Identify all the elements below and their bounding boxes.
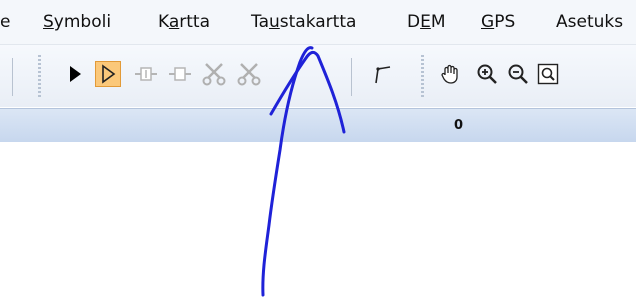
- menu-gps-label: PS: [494, 12, 516, 32]
- arrow-filled-icon: [70, 66, 81, 82]
- toolbar-grip[interactable]: [421, 55, 424, 97]
- add-point-icon: [135, 67, 157, 81]
- remove-point-button[interactable]: [167, 61, 193, 87]
- scissors-icon: [237, 63, 261, 86]
- menu-dem-mnemonic: E: [420, 12, 431, 32]
- menu-kartta-pre: K: [158, 12, 169, 32]
- remove-point-icon: [169, 67, 191, 81]
- menu-symboli-label: ymboli: [53, 12, 112, 32]
- menu-dem-pre: D: [407, 12, 421, 32]
- menu-kartta[interactable]: Kartta: [158, 12, 210, 32]
- select-outline-button[interactable]: [95, 61, 121, 87]
- hand-icon: [441, 64, 458, 84]
- menu-taustakartta-pre: Ta: [251, 12, 269, 32]
- menu-symboli[interactable]: Symboli: [43, 12, 111, 32]
- menu-taustakartta-mnemonic: u: [269, 12, 280, 32]
- menu-dem-label: M: [430, 12, 446, 32]
- menu-taustakartta-label: stakartta: [279, 12, 357, 32]
- menu-gps-mnemonic: G: [481, 12, 495, 32]
- cut-disabled-button[interactable]: [236, 61, 262, 87]
- menu-kartta-label: rtta: [179, 12, 211, 32]
- menu-gps[interactable]: GPS: [481, 12, 515, 32]
- line-tool-button[interactable]: [370, 61, 396, 87]
- toolbar-grip[interactable]: [38, 55, 41, 97]
- menu-kartta-mnemonic: a: [168, 12, 180, 32]
- zoom-out-icon: [508, 64, 528, 84]
- zoom-fit-button[interactable]: [535, 61, 561, 87]
- pan-button[interactable]: [438, 61, 464, 87]
- map-canvas[interactable]: [0, 142, 636, 300]
- menu-dem[interactable]: DEM: [407, 12, 446, 32]
- zoom-out-button[interactable]: [505, 61, 531, 87]
- status-row: 0: [0, 108, 636, 143]
- menu-edit[interactable]: e: [0, 12, 10, 32]
- zoom-fit-icon: [537, 63, 559, 85]
- cut-button[interactable]: [201, 61, 227, 87]
- line-tool-icon: [375, 66, 391, 84]
- menu-taustakartta[interactable]: Taustakartta: [251, 12, 356, 32]
- zoom-in-button[interactable]: [474, 61, 500, 87]
- toolbar-separator: [12, 58, 13, 96]
- toolbar-separator: [351, 58, 352, 96]
- select-arrow-button[interactable]: [62, 61, 88, 87]
- scissors-icon: [202, 63, 226, 86]
- zoom-in-icon: [477, 64, 497, 84]
- status-value: 0: [454, 118, 464, 133]
- add-point-button[interactable]: [133, 61, 159, 87]
- menu-edit-label: e: [0, 12, 11, 32]
- menu-asetukset-label: Asetuks: [556, 12, 624, 32]
- menu-bar: e Symboli Kartta Taustakartta DEM GPS As…: [0, 0, 636, 45]
- arrow-outline-icon: [102, 64, 116, 84]
- menu-symboli-mnemonic: S: [43, 12, 54, 32]
- menu-asetukset[interactable]: Asetuks: [556, 12, 623, 32]
